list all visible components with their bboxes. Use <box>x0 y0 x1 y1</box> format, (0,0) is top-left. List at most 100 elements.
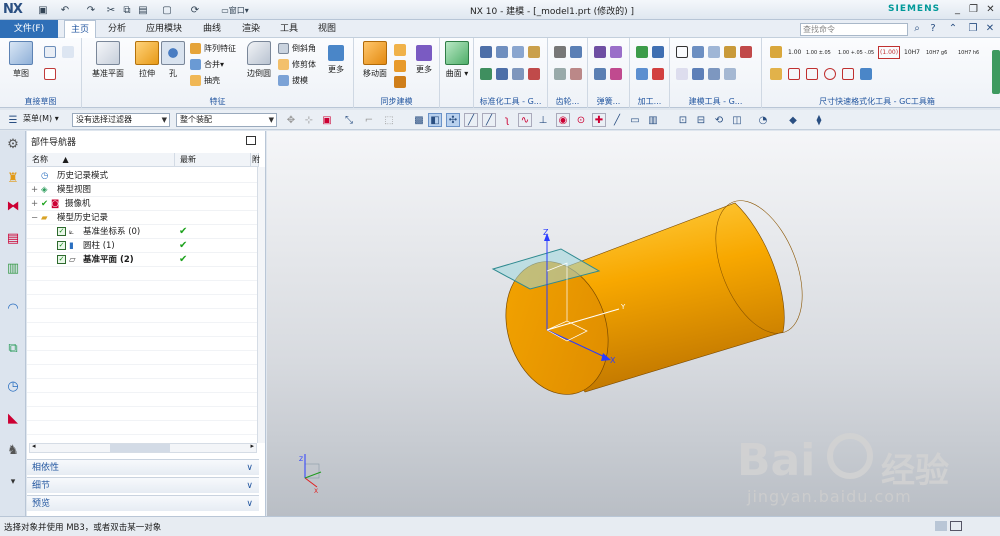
dim-format-4[interactable]: (1.00) <box>878 46 901 59</box>
tab-home[interactable]: 主页 <box>64 20 97 38</box>
std-tool-7-icon[interactable] <box>512 68 524 80</box>
menu-button[interactable]: 菜单(M) ▾ <box>20 113 60 127</box>
redo-icon[interactable]: ↷ <box>84 3 98 17</box>
tree-row-cylinder[interactable]: ✓ ▮ 圆柱 (1) ✔ <box>27 239 259 253</box>
rectangle-select-icon[interactable]: ⬚ <box>382 113 396 127</box>
tree-row-cameras[interactable]: + ✔ ◙ 摄像机 <box>27 197 259 211</box>
machining-tool-3-icon[interactable] <box>636 68 648 80</box>
fit-icon[interactable]: ⊡ <box>676 113 690 127</box>
modeling-tool-1-icon[interactable] <box>676 46 688 58</box>
gear-tool-3-icon[interactable] <box>554 68 566 80</box>
machining-tool-4-icon[interactable] <box>652 68 664 80</box>
sync-tool-3-icon[interactable] <box>394 76 406 88</box>
sync-tool-2-icon[interactable] <box>394 60 406 72</box>
modeling-tool-9-icon[interactable] <box>724 68 736 80</box>
assembly-navigator-icon[interactable]: ♜ <box>4 169 22 187</box>
move-face-button[interactable]: 移动面 <box>358 41 392 79</box>
body-select-icon[interactable]: ◧ <box>428 113 442 127</box>
tree-row-datum-plane[interactable]: ✓ ▱ 基准平面 (2) ✔ <box>27 253 259 267</box>
snap-icon[interactable]: ✥ <box>284 113 298 127</box>
tab-view[interactable]: 视图 <box>312 20 342 38</box>
paste-icon[interactable]: ▤ <box>136 3 150 17</box>
shell-button[interactable]: 抽壳 <box>190 74 220 87</box>
intersection-icon[interactable]: ⊥ <box>536 113 550 127</box>
brush-icon[interactable]: ⌐ <box>362 113 376 127</box>
clock-icon[interactable]: ◷ <box>4 377 22 395</box>
scroll-left-icon[interactable]: ◂ <box>32 442 36 450</box>
machining-tool-2-icon[interactable] <box>652 46 664 58</box>
web-browser-icon[interactable]: ◠ <box>4 299 22 317</box>
visibility-checkbox[interactable]: ✓ <box>57 227 66 236</box>
settings-gear-icon[interactable]: ⚙ <box>4 135 22 153</box>
tab-curve[interactable]: 曲线 <box>197 20 227 38</box>
std-tool-6-icon[interactable] <box>496 68 508 80</box>
status-icon-1[interactable] <box>935 521 947 531</box>
point-icon[interactable]: ✚ <box>592 113 606 127</box>
column-header-extra[interactable]: 附 <box>251 153 260 167</box>
repeat-icon[interactable]: ⟳ <box>188 3 202 17</box>
navigator-maximize-button[interactable] <box>246 136 256 145</box>
dim-tool-icon[interactable] <box>770 46 782 58</box>
scroll-thumb[interactable] <box>110 444 170 452</box>
std-tool-5-icon[interactable] <box>480 68 492 80</box>
modeling-tool-8-icon[interactable] <box>708 68 720 80</box>
dim-format-2[interactable]: 1.00 ±.05 <box>806 46 831 59</box>
line-icon[interactable]: ╱ <box>464 113 478 127</box>
tree-row-model-history[interactable]: − ▰ 模型历史记录 <box>27 211 259 225</box>
close-button[interactable]: ✕ <box>983 2 998 17</box>
roles-icon[interactable]: ♞ <box>4 441 22 459</box>
resource-bar-more-icon[interactable]: ▾ <box>4 473 22 491</box>
gear-tool-1-icon[interactable] <box>554 46 566 58</box>
face-select-icon[interactable]: ▩ <box>412 113 426 127</box>
column-header-name[interactable]: 名称 ▲ <box>27 153 175 167</box>
tab-analysis[interactable]: 分析 <box>102 20 132 38</box>
spring-tool-4-icon[interactable] <box>610 68 622 80</box>
new-icon[interactable]: ▢ <box>160 3 174 17</box>
center-icon[interactable]: ◉ <box>556 113 570 127</box>
spring-tool-2-icon[interactable] <box>610 46 622 58</box>
tab-render[interactable]: 渲染 <box>236 20 266 38</box>
tab-application[interactable]: 应用模块 <box>140 20 188 38</box>
chamfer-button[interactable]: 倒斜角 <box>278 42 316 55</box>
shaded-icon[interactable]: ◆ <box>786 113 800 127</box>
undo-icon[interactable]: ↶ <box>58 3 72 17</box>
selection-filter-select[interactable]: 没有选择过滤器 ▼ <box>72 113 170 127</box>
dim-format-6[interactable]: 10H7 g6 <box>926 46 947 59</box>
line2-icon[interactable]: ╱ <box>482 113 496 127</box>
part-navigator-icon[interactable]: ▤ <box>4 229 22 247</box>
quadrant-icon[interactable]: ⊙ <box>574 113 588 127</box>
tree-row-model-views[interactable]: + ◈ 模型视图 <box>27 183 259 197</box>
dim-format-3[interactable]: 1.00 +.05 -.05 <box>838 46 874 59</box>
sync-tool-1-icon[interactable] <box>394 44 406 56</box>
dim-format-1[interactable]: 1.00 <box>788 46 801 59</box>
spring-tool-3-icon[interactable] <box>594 68 606 80</box>
render-style-icon[interactable]: ◔ <box>756 113 770 127</box>
grid-icon[interactable]: ▥ <box>646 113 660 127</box>
collapse-icon[interactable]: − <box>31 211 38 225</box>
dim-tool-6-icon[interactable] <box>842 68 854 80</box>
modeling-tool-2-icon[interactable] <box>692 46 704 58</box>
snap-points-icon[interactable]: ✣ <box>446 113 460 127</box>
modeling-tool-4-icon[interactable] <box>724 46 736 58</box>
view-orient-icon[interactable]: ◫ <box>730 113 744 127</box>
modeling-tool-7-icon[interactable] <box>692 68 704 80</box>
command-search-input[interactable]: 查找命令 <box>800 23 908 36</box>
std-tool-3-icon[interactable] <box>512 46 524 58</box>
midpoint-icon[interactable]: ∿ <box>518 113 532 127</box>
window-menu[interactable]: ▭ 窗口 ▾ <box>210 3 260 17</box>
modeling-tool-6-icon[interactable] <box>676 68 688 80</box>
doc-close-icon[interactable]: ✕ <box>983 22 997 36</box>
dim-tool-2-icon[interactable] <box>770 68 782 80</box>
copy-icon[interactable]: ⧉ <box>120 3 134 17</box>
column-header-latest[interactable]: 最新 <box>175 153 251 167</box>
hole-button[interactable]: 孔 <box>156 41 190 79</box>
sketch-button[interactable]: 草图 <box>4 41 38 79</box>
gear-tool-4-icon[interactable] <box>570 68 582 80</box>
history-icon[interactable]: ⧉ <box>4 339 22 357</box>
select-all-icon[interactable]: ⊹ <box>302 113 316 127</box>
modeling-tool-5-icon[interactable] <box>740 46 752 58</box>
dim-tool-7-icon[interactable] <box>860 68 872 80</box>
tree-row-history-mode[interactable]: ◷ 历史记录模式 <box>27 169 259 183</box>
doc-restore-icon[interactable]: ❐ <box>966 22 980 36</box>
scroll-right-icon[interactable]: ▸ <box>250 442 254 450</box>
